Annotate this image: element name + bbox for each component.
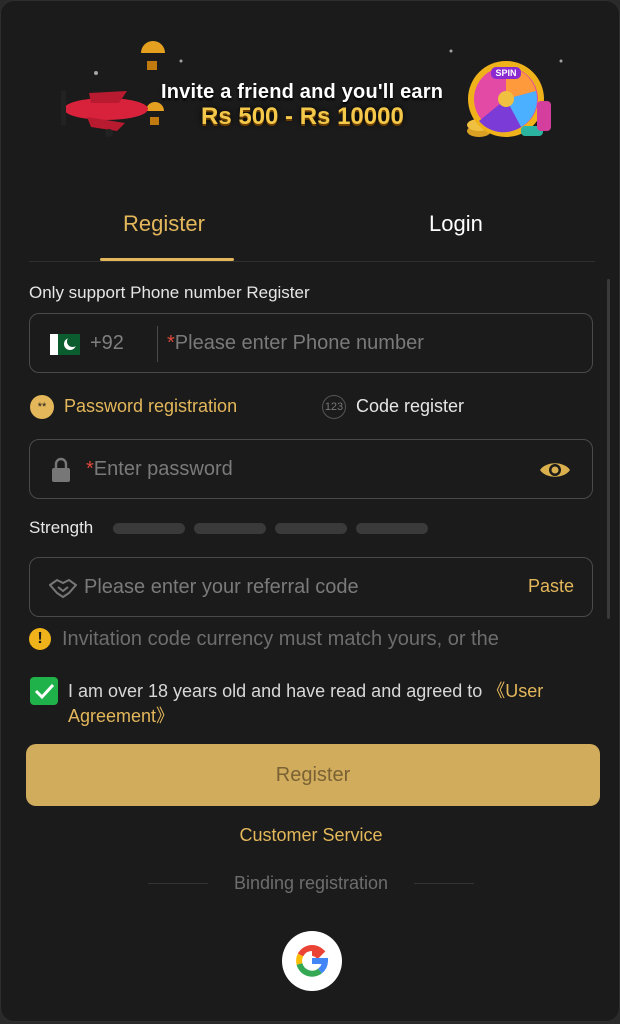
airplane-icon [61,91,148,137]
tab-register[interactable]: Register [123,211,205,237]
lock-icon [52,457,70,482]
phone-heading: Only support Phone number Register [29,283,310,302]
scrollbar[interactable] [607,279,610,619]
agreement-text: I am over 18 years old and have read and… [68,679,598,729]
phone-field[interactable]: +92 *Please enter Phone number [29,313,593,373]
phone-input[interactable]: *Please enter Phone number [167,332,424,355]
checkmark-icon [34,683,55,700]
password-field[interactable]: *Enter password [29,439,593,499]
required-mark: * [86,458,94,480]
wheel-label: SPIN [495,68,516,78]
required-mark: * [167,332,175,354]
google-icon [296,945,329,977]
customer-service-link[interactable]: Customer Service [1,825,619,846]
pakistan-flag-icon [50,334,80,355]
tab-login[interactable]: Login [429,211,483,237]
strength-bar-1 [113,523,185,534]
banner-headline: Invite a friend and you'll earn [161,81,444,103]
strength-bar-2 [194,523,266,534]
password-registration-icon: ** [30,395,54,419]
spin-wheel-icon: SPIN [468,61,544,137]
referral-field[interactable]: Please enter your referral code Paste [29,557,593,617]
strength-label: Strength [29,518,94,537]
referral-input[interactable]: Please enter your referral code [84,576,359,599]
tab-divider [29,261,595,262]
password-registration-option[interactable]: Password registration [64,396,237,417]
strength-bar-4 [356,523,428,534]
parachute-icon [146,102,164,125]
password-placeholder: Enter password [93,458,233,480]
phone-placeholder: Please enter Phone number [174,332,424,354]
paste-button[interactable]: Paste [528,576,574,597]
code-register-option[interactable]: Code register [356,396,464,417]
code-register-icon: 123 [322,395,346,419]
parachute-icon [141,41,165,70]
divider [157,326,158,362]
strength-bar-3 [275,523,347,534]
warning-icon: ! [29,628,51,650]
banner-amount: Rs 500 - Rs 10000 [201,103,404,130]
agreement-checkbox[interactable] [30,677,58,705]
binding-registration-label: Binding registration [233,873,389,893]
agreement-statement: I am over 18 years old and have read and… [68,681,488,701]
eye-icon[interactable] [538,459,572,481]
password-input[interactable]: *Enter password [86,458,233,481]
handshake-icon [49,578,77,599]
register-panel: SPIN Invite a friend and you'll earn Rs … [0,0,620,1022]
invitation-notice: Invitation code currency must match your… [62,628,499,650]
country-code[interactable]: +92 [90,332,124,355]
register-button[interactable]: Register [26,744,600,806]
invite-banner[interactable]: SPIN Invite a friend and you'll earn Rs … [1,31,619,151]
google-login-button[interactable] [282,931,342,991]
